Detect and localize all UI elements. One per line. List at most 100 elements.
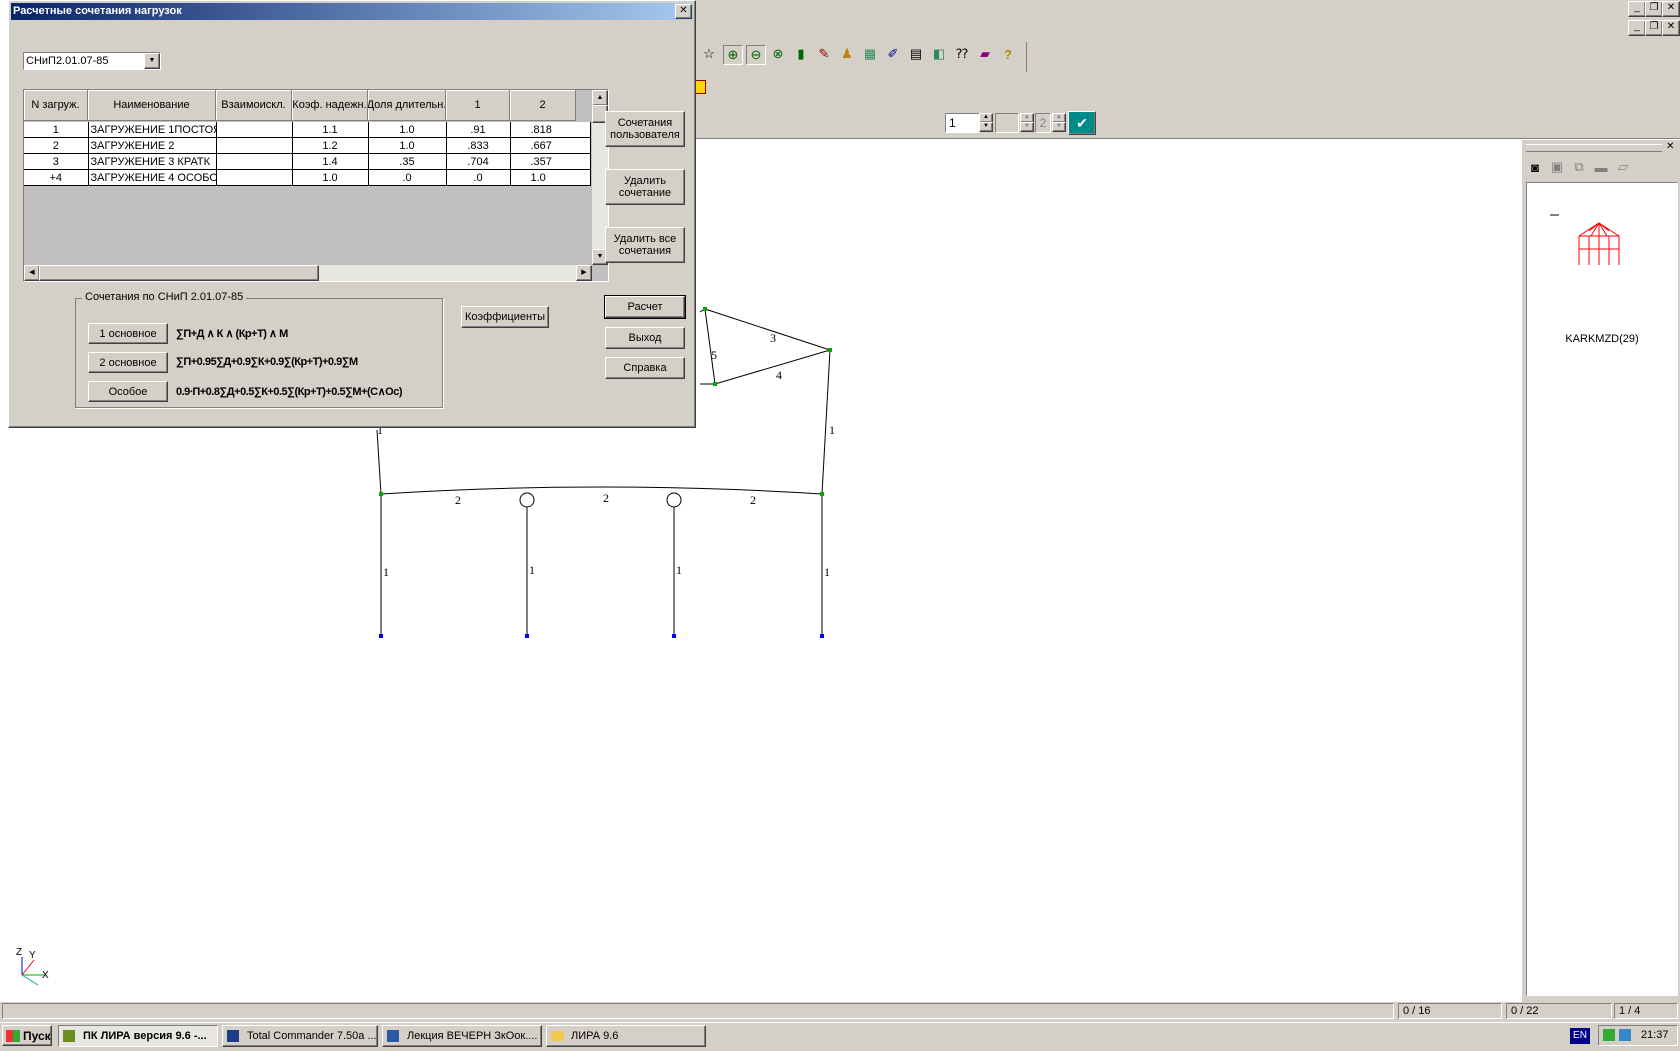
tray-icon[interactable] — [1619, 1029, 1631, 1041]
cell[interactable]: 1.0 — [368, 122, 447, 138]
task-lira-active[interactable]: ПК ЛИРА версия 9.6 -... — [58, 1025, 218, 1047]
zoom-out-icon[interactable]: ⊖ — [746, 45, 766, 65]
task-lira-folder[interactable]: ЛИРА 9.6 — [546, 1025, 706, 1047]
cell[interactable]: ЗАГРУЖЕНИЕ 1ПОСТОЯ — [88, 122, 217, 138]
combo-basic-1-button[interactable]: 1 основное — [88, 323, 168, 344]
spin1-down[interactable]: ▼ — [979, 122, 993, 132]
copy-icon[interactable]: ⧉ — [1570, 158, 1588, 176]
user-combos-button[interactable]: Сочетания пользователя — [605, 111, 685, 147]
books-icon[interactable]: ◧ — [930, 45, 948, 63]
help-icon[interactable]: ? — [999, 45, 1017, 63]
table-row[interactable]: 2 ЗАГРУЖЕНИЕ 2 1.2 1.0 .833 .667 — [24, 137, 591, 154]
help-button[interactable]: Справка — [605, 357, 685, 379]
eraser-icon[interactable]: ▱ — [1614, 158, 1632, 176]
spin-mid-down[interactable]: ▼ — [1020, 122, 1034, 132]
exit-button[interactable]: Выход — [605, 327, 685, 349]
restore-icon[interactable]: ❐ — [1645, 1, 1663, 17]
document-icon[interactable]: ▤ — [907, 45, 925, 63]
cell[interactable]: ЗАГРУЖЕНИЕ 3 КРАТК — [88, 153, 217, 170]
pencil-icon[interactable]: ✎ — [815, 45, 833, 63]
coefficients-button[interactable]: Коэффициенты — [461, 306, 549, 328]
cell[interactable]: .667 — [510, 137, 591, 154]
scroll-left-icon[interactable]: ◀ — [24, 265, 40, 281]
combo-special-button[interactable]: Особое — [88, 381, 168, 402]
camera-icon[interactable]: ◙ — [1526, 158, 1544, 176]
cell[interactable]: 1.0 — [368, 137, 447, 154]
cell[interactable]: 1.1 — [292, 122, 369, 138]
cell[interactable]: ЗАГРУЖЕНИЕ 4 ОСОБО — [88, 169, 217, 186]
language-indicator[interactable]: EN — [1570, 1028, 1590, 1044]
person-icon[interactable]: ♟ — [838, 45, 856, 63]
dialog-close-icon[interactable]: ✕ — [675, 4, 692, 19]
task-word-lecture[interactable]: Лекция ВЕЧЕРН ЗкОок.... — [382, 1025, 542, 1047]
cell[interactable]: 1.4 — [292, 153, 369, 170]
side-panel-grip[interactable] — [1526, 144, 1662, 152]
calc-button[interactable]: Расчет — [604, 295, 686, 319]
dialog-title-bar[interactable]: Расчетные сочетания нагрузок — [11, 3, 693, 20]
table-row[interactable]: 3 ЗАГРУЖЕНИЕ 3 КРАТК 1.4 .35 .704 .357 — [24, 153, 591, 170]
col-header[interactable]: Взаимоискл. — [216, 90, 292, 121]
zoom-in-icon[interactable]: ⊕ — [723, 45, 743, 65]
tray-icon[interactable] — [1603, 1029, 1615, 1041]
col-header[interactable]: Коэф. надежн. — [292, 90, 368, 121]
zoom-fit-icon[interactable]: ⊗ — [769, 45, 787, 63]
norm-select[interactable]: СНиП2.01.07-85 ▼ — [23, 52, 161, 70]
close-icon[interactable]: ✕ — [1662, 20, 1680, 36]
scroll-up-icon[interactable]: ▲ — [592, 90, 608, 106]
spin2-input[interactable]: 2 — [1035, 113, 1051, 133]
spin1-input[interactable]: 1 — [945, 113, 980, 133]
cell[interactable]: 2 — [24, 137, 89, 154]
model-thumbnail[interactable] — [1547, 201, 1637, 271]
table-icon[interactable]: ▦ — [861, 45, 879, 63]
spin2-down[interactable]: ▼ — [1052, 122, 1066, 132]
save-icon[interactable]: ▣ — [1548, 158, 1566, 176]
cell[interactable]: .35 — [368, 153, 447, 170]
cell[interactable] — [216, 169, 293, 186]
help-pointer-icon[interactable]: ⁇ — [953, 45, 971, 63]
cell[interactable] — [216, 122, 293, 138]
table-row[interactable]: 1 ЗАГРУЖЕНИЕ 1ПОСТОЯ 1.1 1.0 .91 .818 — [24, 122, 591, 138]
cell[interactable]: 1.2 — [292, 137, 369, 154]
table-hscrollbar[interactable]: ◀ ▶ — [24, 265, 592, 281]
minimize-icon[interactable]: _ — [1628, 20, 1646, 36]
col-header[interactable]: Наименование — [88, 90, 216, 121]
scroll-right-icon[interactable]: ▶ — [576, 265, 592, 281]
book-icon[interactable]: ▰ — [976, 45, 994, 63]
task-total-commander[interactable]: Total Commander 7.50a ... — [222, 1025, 378, 1047]
minimize-icon[interactable]: _ — [1628, 1, 1646, 17]
scroll-thumb[interactable] — [39, 265, 319, 281]
cell[interactable]: .0 — [446, 169, 511, 186]
col-header[interactable]: N загруж. — [24, 90, 88, 121]
cell[interactable]: .91 — [446, 122, 511, 138]
edit-icon[interactable]: ✐ — [884, 45, 902, 63]
cell[interactable] — [216, 137, 293, 154]
restore-icon[interactable]: ❐ — [1645, 20, 1663, 36]
apply-check-icon[interactable]: ✔ — [1068, 111, 1096, 135]
cell[interactable]: .357 — [510, 153, 591, 170]
cell[interactable]: +4 — [24, 169, 89, 186]
cell[interactable]: 1 — [24, 122, 89, 138]
cell[interactable]: 3 — [24, 153, 89, 170]
cell[interactable]: .818 — [510, 122, 591, 138]
flashlight-icon[interactable]: ▮ — [792, 45, 810, 63]
cell[interactable]: 1.0 — [510, 169, 591, 186]
close-icon[interactable]: ✕ — [1662, 1, 1680, 17]
delete-combo-button[interactable]: Удалить сочетание — [605, 169, 685, 205]
cell[interactable] — [216, 153, 293, 170]
cell[interactable]: 1.0 — [292, 169, 369, 186]
col-header[interactable]: 1 — [446, 90, 510, 121]
cell[interactable]: .0 — [368, 169, 447, 186]
col-header[interactable]: Доля длительн. — [368, 90, 446, 121]
color-box[interactable] — [995, 113, 1019, 133]
cell[interactable]: .704 — [446, 153, 511, 170]
cell[interactable]: ЗАГРУЖЕНИЕ 2 — [88, 137, 217, 154]
combo-basic-2-button[interactable]: 2 основное — [88, 352, 168, 373]
chevron-down-icon[interactable]: ▼ — [144, 53, 160, 69]
rotate-icon[interactable]: ☆ — [700, 45, 718, 63]
col-header[interactable]: 2 — [510, 90, 576, 121]
cell[interactable]: .833 — [446, 137, 511, 154]
table-row[interactable]: +4 ЗАГРУЖЕНИЕ 4 ОСОБО 1.0 .0 .0 1.0 — [24, 169, 591, 186]
side-panel-close-icon[interactable]: ✕ — [1666, 141, 1674, 152]
delete-all-combos-button[interactable]: Удалить все сочетания — [605, 227, 685, 263]
monitor-icon[interactable]: ▬ — [1592, 158, 1610, 176]
